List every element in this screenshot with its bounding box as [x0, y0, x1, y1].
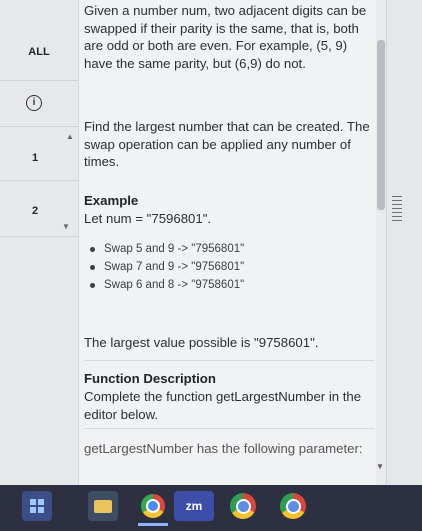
editor-panel-edge — [386, 0, 422, 485]
sidebar-item-2[interactable]: 2 — [0, 205, 70, 217]
list-item: Swap 7 and 9 -> "9756801" — [84, 258, 374, 276]
function-description-heading: Function Description — [84, 371, 216, 386]
scroll-down-arrow-icon[interactable]: ▼ — [376, 462, 384, 471]
chevron-up-icon: ▲ — [66, 132, 74, 141]
sidebar-divider — [0, 126, 78, 127]
example-heading: Example — [84, 193, 139, 208]
zoom-icon[interactable]: zm — [174, 491, 214, 521]
example-line: Let num = "7596801". — [84, 211, 212, 226]
problem-paragraph-2: Find the largest number that can be crea… — [84, 119, 370, 169]
divider — [84, 428, 374, 429]
chevron-down-icon: ▼ — [62, 222, 70, 231]
list-item: Swap 6 and 8 -> "9758601" — [84, 276, 374, 294]
windows-icon[interactable] — [22, 491, 52, 521]
sidebar: ALL i ▲ 1 2 ▼ — [0, 0, 79, 485]
resize-grip-icon[interactable] — [392, 196, 402, 224]
sidebar-divider — [0, 80, 78, 81]
problem-paragraph-1: Given a number num, two adjacent digits … — [84, 3, 367, 71]
sidebar-divider — [0, 180, 78, 181]
info-icon[interactable]: i — [26, 95, 42, 111]
file-explorer-icon[interactable] — [88, 491, 118, 521]
scrollbar[interactable] — [376, 0, 386, 485]
sidebar-divider — [0, 236, 78, 237]
list-item: Swap 5 and 9 -> "7956801" — [84, 240, 374, 258]
chrome-profile-icon[interactable] — [228, 491, 258, 521]
chrome-profile-icon-2[interactable] — [278, 491, 308, 521]
parameter-text: getLargestNumber has the following param… — [84, 441, 363, 456]
taskbar: zm — [0, 485, 422, 531]
sidebar-item-1[interactable]: 1 — [0, 152, 70, 164]
function-description-text: Complete the function getLargestNumber i… — [84, 389, 362, 422]
problem-statement: Given a number num, two adjacent digits … — [84, 0, 376, 485]
divider — [84, 360, 374, 361]
scrollbar-thumb[interactable] — [377, 40, 385, 210]
problem-window: ALL i ▲ 1 2 ▼ Given a number num, two ad… — [0, 0, 422, 485]
chrome-icon[interactable] — [138, 491, 168, 521]
active-indicator — [138, 523, 168, 526]
example-steps: Swap 5 and 9 -> "7956801" Swap 7 and 9 -… — [84, 240, 374, 294]
result-text: The largest value possible is "9758601". — [84, 335, 319, 350]
sidebar-item-all[interactable]: ALL — [0, 46, 78, 58]
